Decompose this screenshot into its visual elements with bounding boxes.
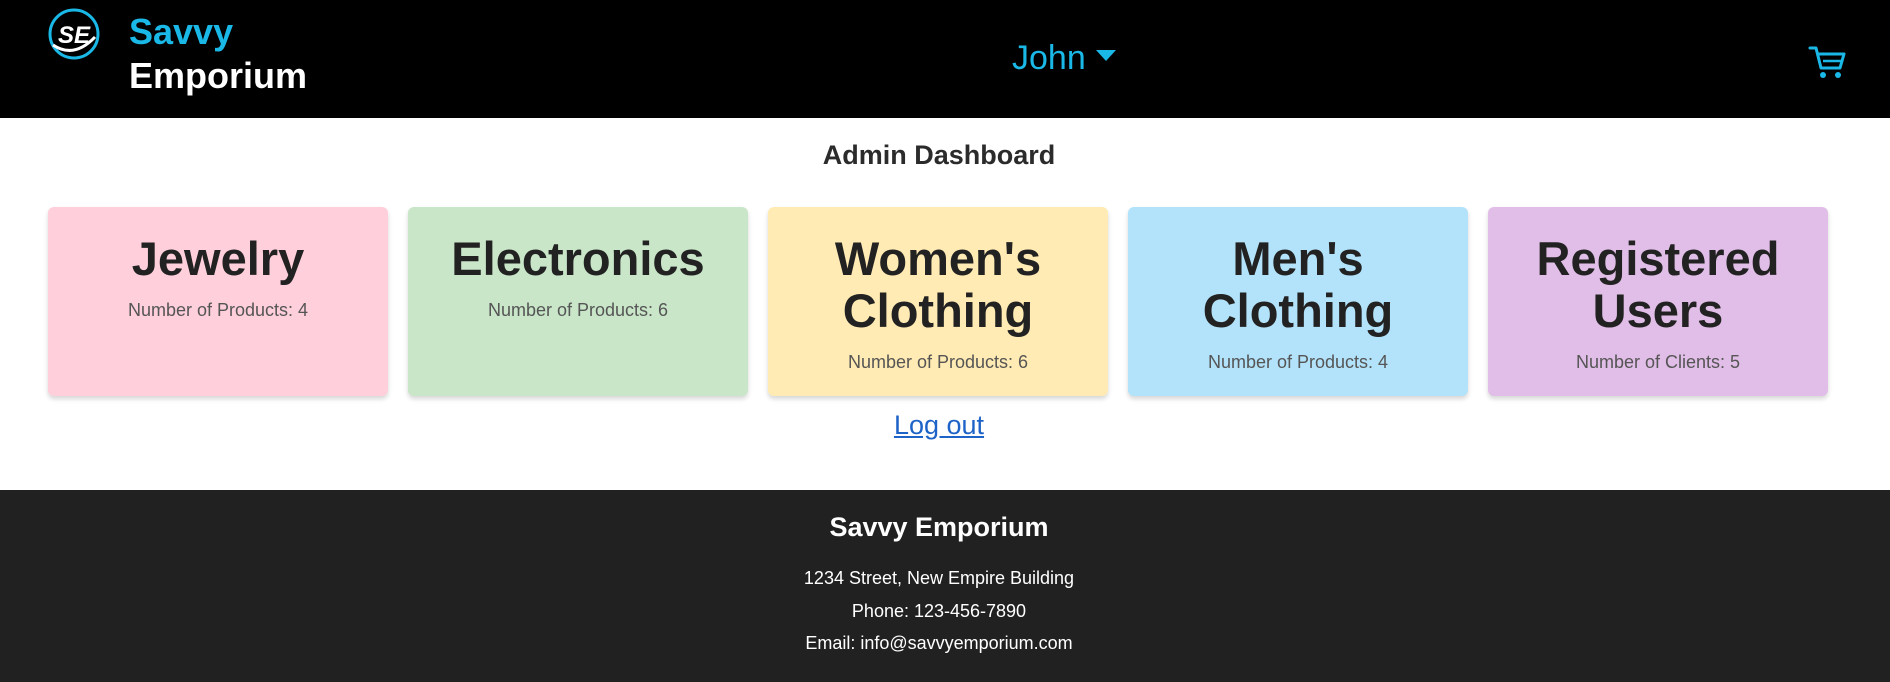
brand-line-1: Savvy — [129, 11, 234, 52]
card-title: Women's Clothing — [834, 232, 1042, 337]
footer-email: Email: info@savvyemporium.com — [805, 633, 1073, 653]
footer-address: 1234 Street, New Empire Building — [803, 568, 1075, 588]
cart-icon[interactable] — [1808, 44, 1846, 80]
card-count: Number of Products: 4 — [1207, 352, 1389, 372]
card-title: Men's Clothing — [1202, 232, 1394, 337]
brand-line-2: Emporium — [129, 55, 308, 96]
logo-text: SE — [58, 22, 91, 49]
card-mens-clothing[interactable]: Men's Clothing Number of Products: 4 — [1128, 207, 1468, 396]
footer: Savvy Emporium 1234 Street, New Empire B… — [0, 490, 1890, 682]
brand-name[interactable]: Savvy Emporium — [129, 10, 307, 98]
page-title: Admin Dashboard — [822, 140, 1056, 170]
top-navbar: SE Savvy Emporium John — [0, 0, 1890, 118]
card-count: Number of Products: 6 — [487, 300, 669, 320]
card-count: Number of Products: 4 — [127, 300, 309, 320]
card-count: Number of Clients: 5 — [1575, 352, 1741, 372]
logout-container: Log out — [0, 410, 1878, 441]
user-dropdown[interactable]: John — [1012, 36, 1116, 80]
user-name: John — [1012, 38, 1086, 77]
card-count: Number of Products: 6 — [847, 352, 1029, 372]
footer-phone: Phone: 123-456-7890 — [851, 601, 1027, 621]
card-womens-clothing[interactable]: Women's Clothing Number of Products: 6 — [768, 207, 1108, 396]
card-title: Jewelry — [131, 232, 305, 285]
card-jewelry[interactable]: Jewelry Number of Products: 4 — [48, 207, 388, 396]
card-electronics[interactable]: Electronics Number of Products: 6 — [408, 207, 748, 396]
card-title: Registered Users — [1536, 232, 1780, 337]
footer-title: Savvy Emporium — [829, 512, 1049, 542]
card-title: Electronics — [451, 232, 705, 285]
caret-down-icon — [1095, 49, 1116, 61]
card-registered-users[interactable]: Registered Users Number of Clients: 5 — [1488, 207, 1828, 396]
dashboard-cards: Jewelry Number of Products: 4 Electronic… — [48, 207, 1828, 396]
logo-icon[interactable]: SE — [47, 7, 101, 61]
logout-link[interactable]: Log out — [894, 410, 984, 440]
